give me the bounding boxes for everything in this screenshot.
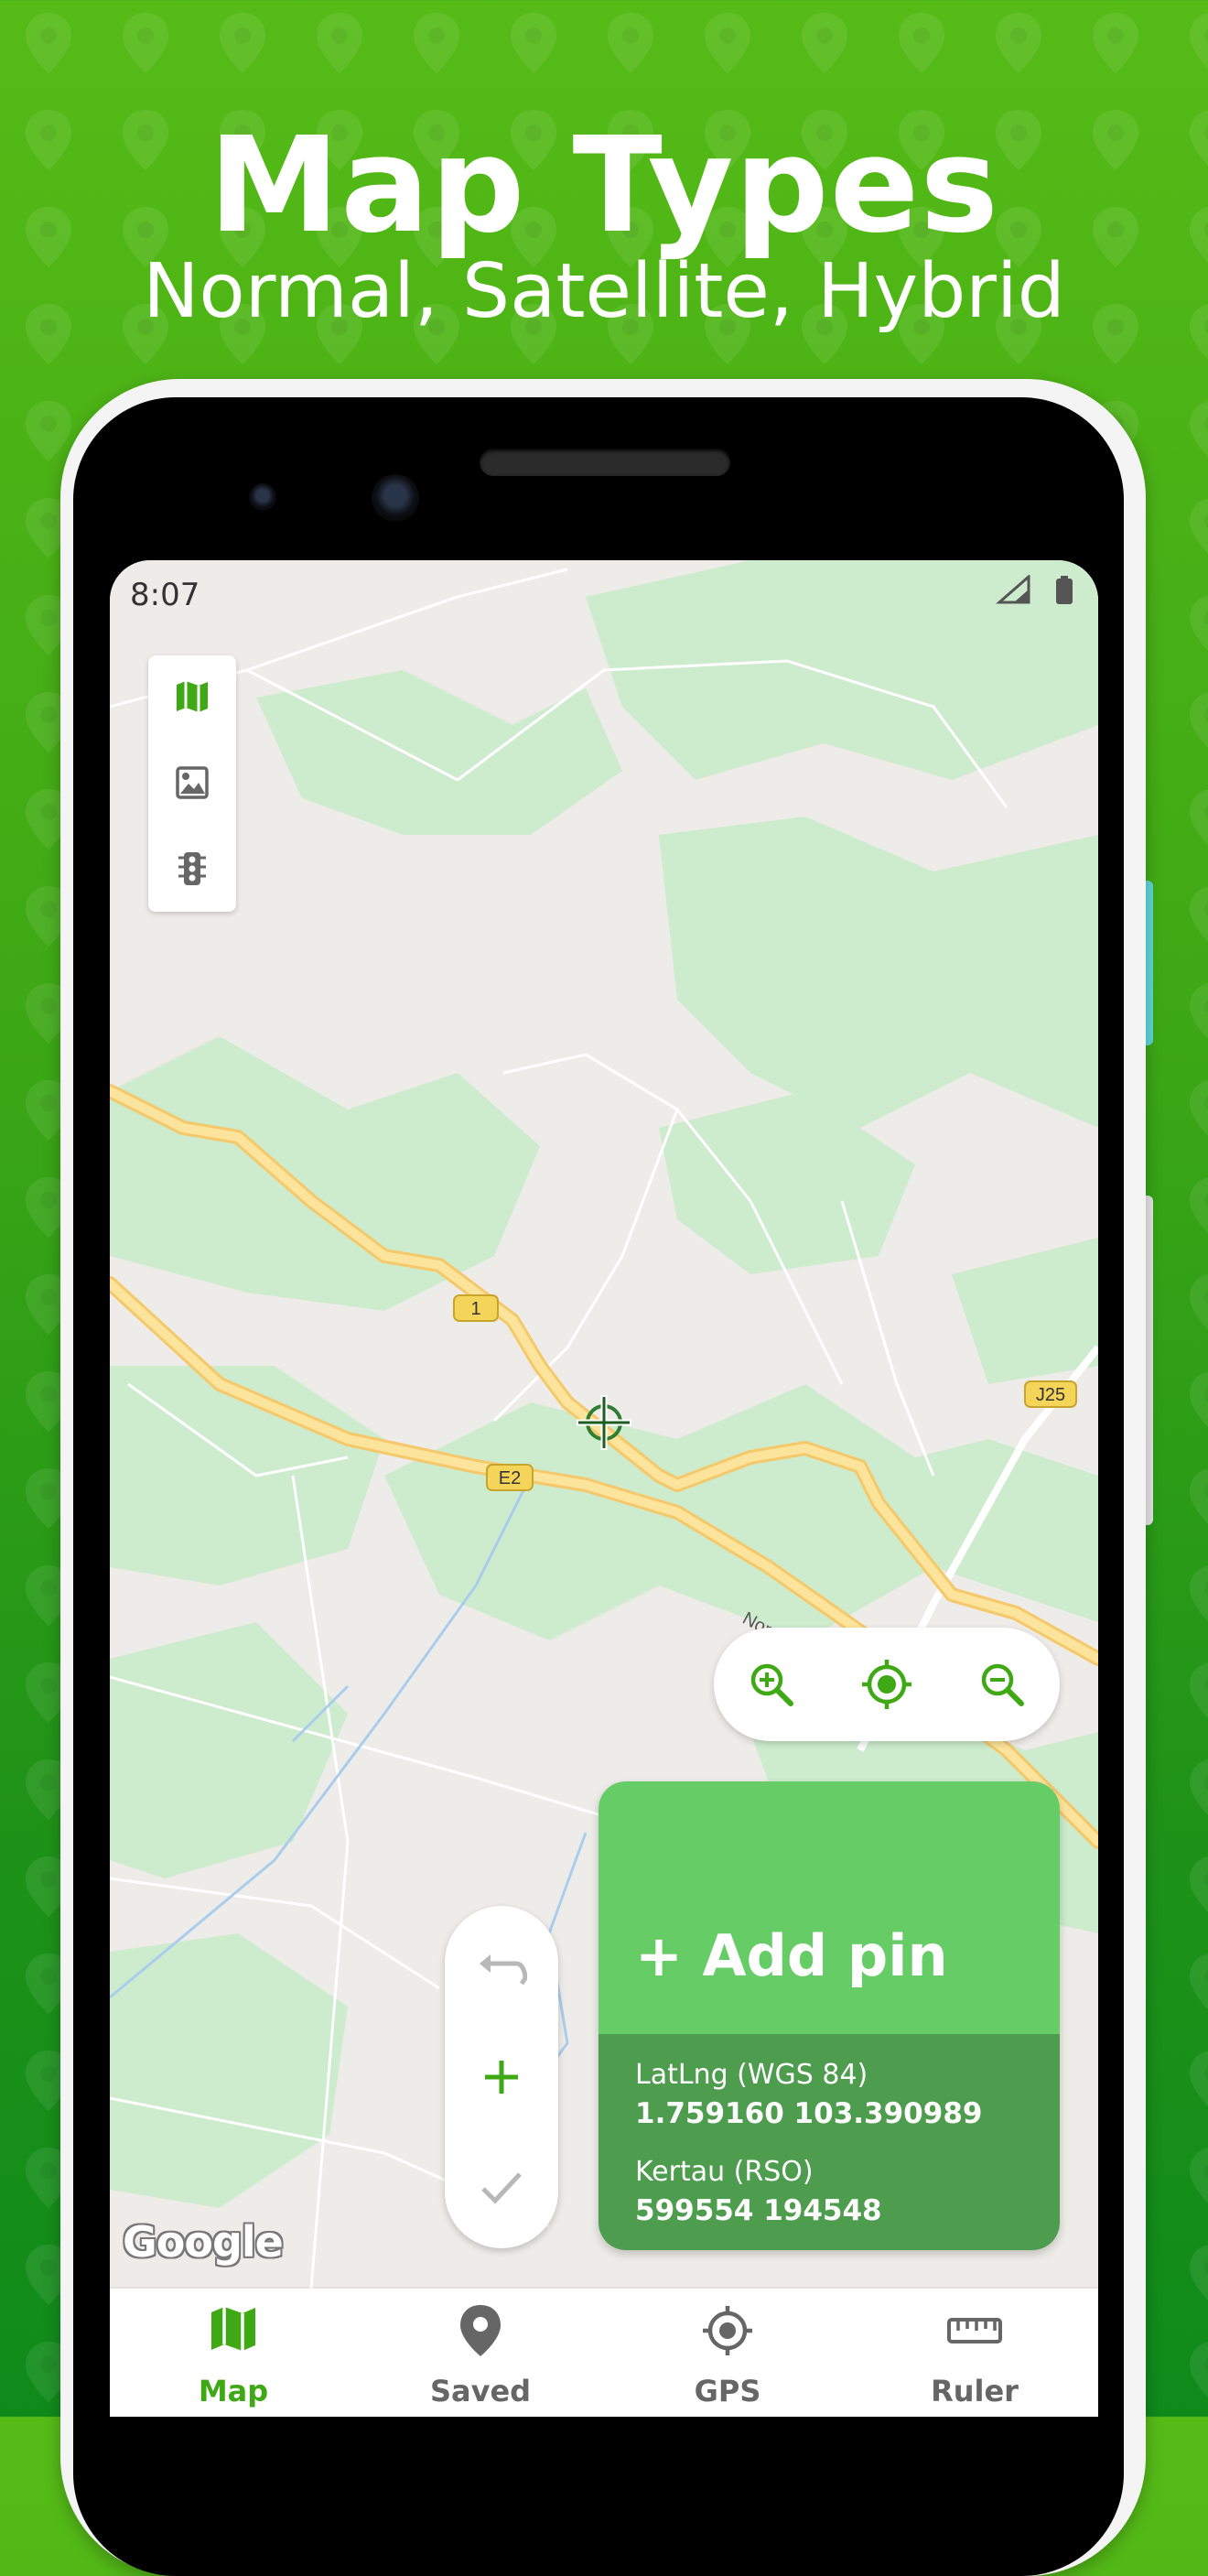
satellite-image-icon <box>176 766 209 799</box>
status-icons <box>994 573 1082 612</box>
rso-value: 599554 194548 <box>635 2194 882 2227</box>
nav-item-map[interactable]: Map <box>110 2289 357 2417</box>
nav-label-map: Map <box>198 2374 269 2408</box>
add-pin-button[interactable]: + Add pin <box>599 1781 1060 2034</box>
coordinates-panel: LatLng (WGS 84) 1.759160 103.390989 Kert… <box>599 2034 1060 2250</box>
road-shield-e2: E2 <box>486 1464 534 1491</box>
gps-icon <box>703 2306 752 2355</box>
wgs-label: LatLng (WGS 84) <box>635 2059 868 2091</box>
road-shield-1: 1 <box>453 1294 499 1322</box>
confirm-button[interactable] <box>445 2137 558 2237</box>
add-point-button[interactable] <box>445 2027 558 2127</box>
pin-icon <box>460 2305 501 2356</box>
zoom-in-button[interactable] <box>721 1628 822 1741</box>
edit-controls <box>445 1906 558 2248</box>
phone-sensor <box>249 483 276 511</box>
add-icon <box>485 2061 518 2094</box>
google-attribution: Google <box>123 2217 284 2267</box>
rso-label: Kertau (RSO) <box>635 2156 814 2188</box>
check-icon <box>481 2172 522 2204</box>
nav-item-gps[interactable]: GPS <box>604 2289 851 2417</box>
nav-item-saved[interactable]: Saved <box>357 2289 604 2417</box>
road-shield-j25: J25 <box>1024 1380 1077 1408</box>
zoom-in-icon <box>750 1663 793 1706</box>
nav-label-gps: GPS <box>694 2374 761 2408</box>
satellite-layer-button[interactable] <box>148 741 236 824</box>
zoom-out-button[interactable] <box>952 1628 1052 1741</box>
undo-icon <box>480 1954 527 1986</box>
signal-icon <box>996 573 1030 604</box>
status-time: 8:07 <box>130 577 200 613</box>
road-label-e2: E2 <box>499 1468 521 1488</box>
bottom-navigation: Map Saved GPS Ruler <box>110 2289 1098 2417</box>
nav-label-saved: Saved <box>429 2374 532 2408</box>
zoom-controls <box>714 1628 1060 1741</box>
road-label-1: 1 <box>470 1299 480 1319</box>
traffic-layer-button[interactable] <box>148 828 236 910</box>
map-layer-button[interactable] <box>148 655 236 738</box>
map-layer-panel <box>148 655 236 912</box>
map-layer-icon <box>177 681 208 712</box>
battery-icon <box>1056 576 1073 604</box>
zoom-out-icon <box>981 1663 1024 1706</box>
traffic-light-icon <box>178 852 206 885</box>
nav-label-ruler: Ruler <box>931 2374 1019 2408</box>
add-pin-label: + Add pin <box>635 1922 948 1989</box>
phone-speaker <box>480 449 730 476</box>
map-icon <box>211 2307 255 2351</box>
phone-screen: 1 E2 J25 Nor 8:07 + Add pin LatLng (WGS … <box>110 560 1098 2417</box>
phone-front-camera <box>372 474 419 522</box>
my-location-button[interactable] <box>836 1628 937 1741</box>
nav-item-ruler[interactable]: Ruler <box>851 2289 1098 2417</box>
wgs-value: 1.759160 103.390989 <box>635 2097 983 2130</box>
road-label-j25: J25 <box>1036 1385 1065 1405</box>
headline-subtitle: Normal, Satellite, Hybrid <box>143 248 1065 335</box>
headline-title: Map Types <box>208 108 1000 262</box>
ruler-icon <box>947 2318 1002 2343</box>
add-pin-card: + Add pin LatLng (WGS 84) 1.759160 103.3… <box>599 1781 1060 2250</box>
undo-button[interactable] <box>445 1921 558 2021</box>
my-location-icon <box>862 1660 911 1709</box>
